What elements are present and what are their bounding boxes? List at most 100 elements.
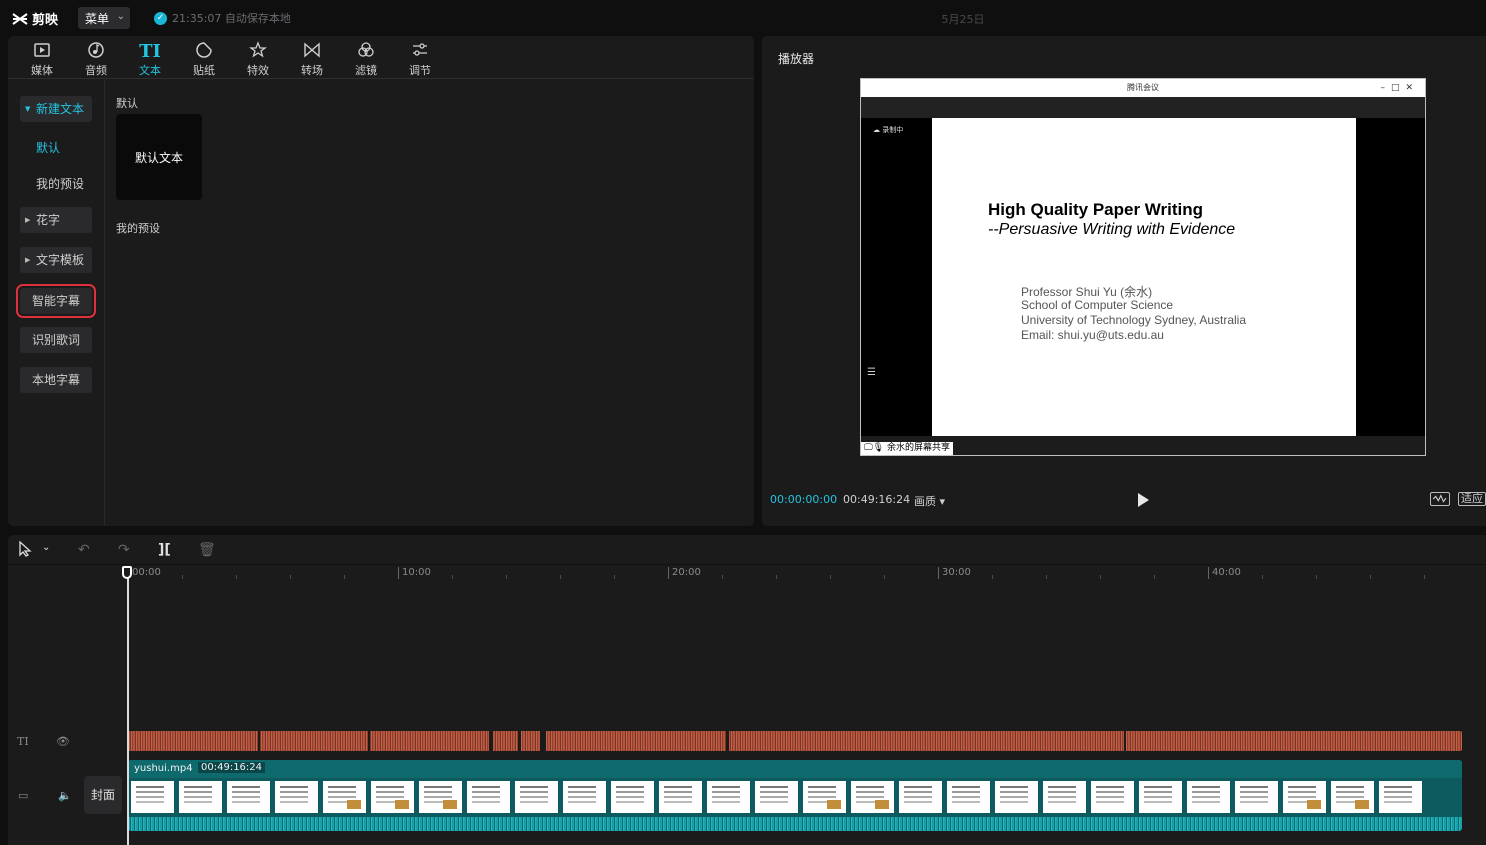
redo-icon[interactable]: ↷	[118, 542, 130, 558]
thumbnail	[995, 781, 1038, 813]
minor-tick	[290, 575, 291, 579]
clip-filename: yushui.mp4	[134, 763, 193, 774]
video-clip[interactable]: yushui.mp4 00:49:16:24	[128, 760, 1462, 831]
audio-gap	[540, 731, 546, 751]
minor-tick	[1370, 575, 1371, 579]
tab-filter[interactable]: 滤镜	[339, 38, 393, 78]
tab-label: 媒体	[31, 64, 53, 77]
screen-share-label: 🖵🎙 余水的屏幕共享	[861, 442, 953, 455]
app-logo: 剪映	[12, 9, 58, 28]
select-tool-icon[interactable]	[18, 540, 32, 561]
nav-text-template[interactable]: ▶ 文字模板	[20, 247, 92, 273]
tab-transition[interactable]: 转场	[285, 38, 339, 78]
thumbnail	[611, 781, 654, 813]
caret-right-icon: ▶	[25, 256, 31, 264]
audio-gap	[489, 731, 493, 751]
minor-tick	[1316, 575, 1317, 579]
transition-icon	[285, 38, 339, 60]
playhead-handle[interactable]	[122, 566, 132, 579]
waveform-icon[interactable]	[1430, 492, 1450, 506]
nav-new-text[interactable]: ▼ 新建文本	[20, 96, 92, 122]
media-icon	[15, 38, 69, 60]
thumbnail	[323, 781, 366, 813]
thumbnail	[371, 781, 414, 813]
tick-label: 30:00	[938, 567, 971, 579]
tab-label: 滤镜	[355, 64, 377, 77]
thumbnail	[947, 781, 990, 813]
total-duration: 00:49:16:24	[843, 493, 911, 506]
thumbnail	[419, 781, 462, 813]
text-track-icon: TI	[17, 735, 29, 748]
minor-tick	[560, 575, 561, 579]
minor-tick	[884, 575, 885, 579]
nav-my-presets[interactable]: 我的预设	[36, 175, 84, 192]
thumbnail	[131, 781, 174, 813]
nav-default[interactable]: 默认	[36, 139, 60, 156]
adjust-icon	[393, 38, 447, 60]
recording-label: 录制中	[882, 126, 904, 134]
tab-audio[interactable]: 音频	[69, 38, 123, 78]
slide-university: University of Technology Sydney, Austral…	[1021, 313, 1247, 327]
clip-duration: 00:49:16:24	[198, 762, 266, 773]
tick-label: 20:00	[668, 567, 701, 579]
nav-fancy-text[interactable]: ▶ 花字	[20, 207, 92, 233]
thumbnail	[227, 781, 270, 813]
thumbnail	[755, 781, 798, 813]
top-bar: 剪映 菜单 ⌄ ✓ 21:35:07 自动保存本地 5月25日	[0, 0, 1486, 36]
meeting-toolbar-strip	[861, 97, 1425, 118]
timeline-panel: ⌄ ↶ ↷ ][ 🗑 00:00 10:00 20:00 30:00 40:00…	[8, 535, 1486, 845]
minor-tick	[614, 575, 615, 579]
delete-icon[interactable]: 🗑	[198, 542, 216, 558]
fit-button[interactable]: 适应	[1458, 492, 1486, 506]
default-text-card[interactable]: 默认文本	[116, 114, 202, 200]
thumbnail	[659, 781, 702, 813]
default-text-card-label: 默认文本	[134, 150, 183, 165]
quality-dropdown[interactable]: 画质 ▾	[914, 493, 945, 509]
video-preview[interactable]: 腾讯会议 –□✕ ☁ 录制中 High Quality Paper Writin…	[860, 78, 1426, 456]
play-icon[interactable]	[1136, 492, 1150, 508]
thumbnail	[179, 781, 222, 813]
tab-adjust[interactable]: 调节	[393, 38, 447, 78]
tab-sticker[interactable]: 贴纸	[177, 38, 231, 78]
audio-clip[interactable]	[128, 731, 1462, 751]
menu-label: 菜单	[85, 11, 110, 26]
app-name: 剪映	[32, 13, 59, 28]
current-time: 00:00:00:00	[770, 493, 838, 506]
speaker-icon[interactable]: 🔈	[58, 789, 72, 802]
tab-text[interactable]: TI 文本	[123, 38, 177, 78]
filter-icon	[339, 38, 393, 60]
tab-label: 音频	[85, 64, 107, 77]
minor-tick	[182, 575, 183, 579]
screen-share-text: 余水的屏幕共享	[886, 443, 950, 453]
lyrics-recognition-button[interactable]: 识别歌词	[20, 327, 92, 353]
playhead-line[interactable]	[127, 566, 129, 845]
thumbnail	[803, 781, 846, 813]
meeting-window-titlebar: 腾讯会议 –□✕	[861, 79, 1425, 97]
nav-label: 文字模板	[36, 253, 85, 267]
chevron-down-icon[interactable]: ⌄	[42, 542, 50, 553]
thumbnail	[1331, 781, 1374, 813]
audio-gap	[1124, 731, 1126, 751]
thumbnail	[515, 781, 558, 813]
minor-tick	[776, 575, 777, 579]
cover-button[interactable]: 封面	[84, 776, 122, 814]
thumbnail	[1283, 781, 1326, 813]
eye-icon[interactable]: 👁	[56, 735, 70, 748]
split-icon[interactable]: ][	[158, 542, 171, 558]
minor-tick	[1100, 575, 1101, 579]
slide-title: High Quality Paper Writing	[988, 200, 1204, 219]
tab-effects[interactable]: 特效	[231, 38, 285, 78]
time-ruler[interactable]: 00:00 10:00 20:00 30:00 40:00	[128, 565, 1486, 581]
text-content-area: 默认 默认文本 我的预设	[106, 80, 754, 526]
clip-audio-waveform	[128, 817, 1462, 831]
tab-media[interactable]: 媒体	[15, 38, 69, 78]
tick-label: 40:00	[1208, 567, 1241, 579]
undo-icon[interactable]: ↶	[78, 542, 90, 558]
smart-subtitle-button[interactable]: 智能字幕	[16, 284, 96, 318]
audio-gap	[258, 731, 260, 751]
local-subtitle-button[interactable]: 本地字幕	[20, 367, 92, 393]
minor-tick	[722, 575, 723, 579]
menu-button[interactable]: 菜单 ⌄	[78, 7, 130, 29]
resource-panel: 媒体 音频 TI 文本 贴纸 特效 转场 滤镜 调节 ▼ 新建文本 默认 我的预…	[8, 36, 754, 526]
minor-tick	[236, 575, 237, 579]
